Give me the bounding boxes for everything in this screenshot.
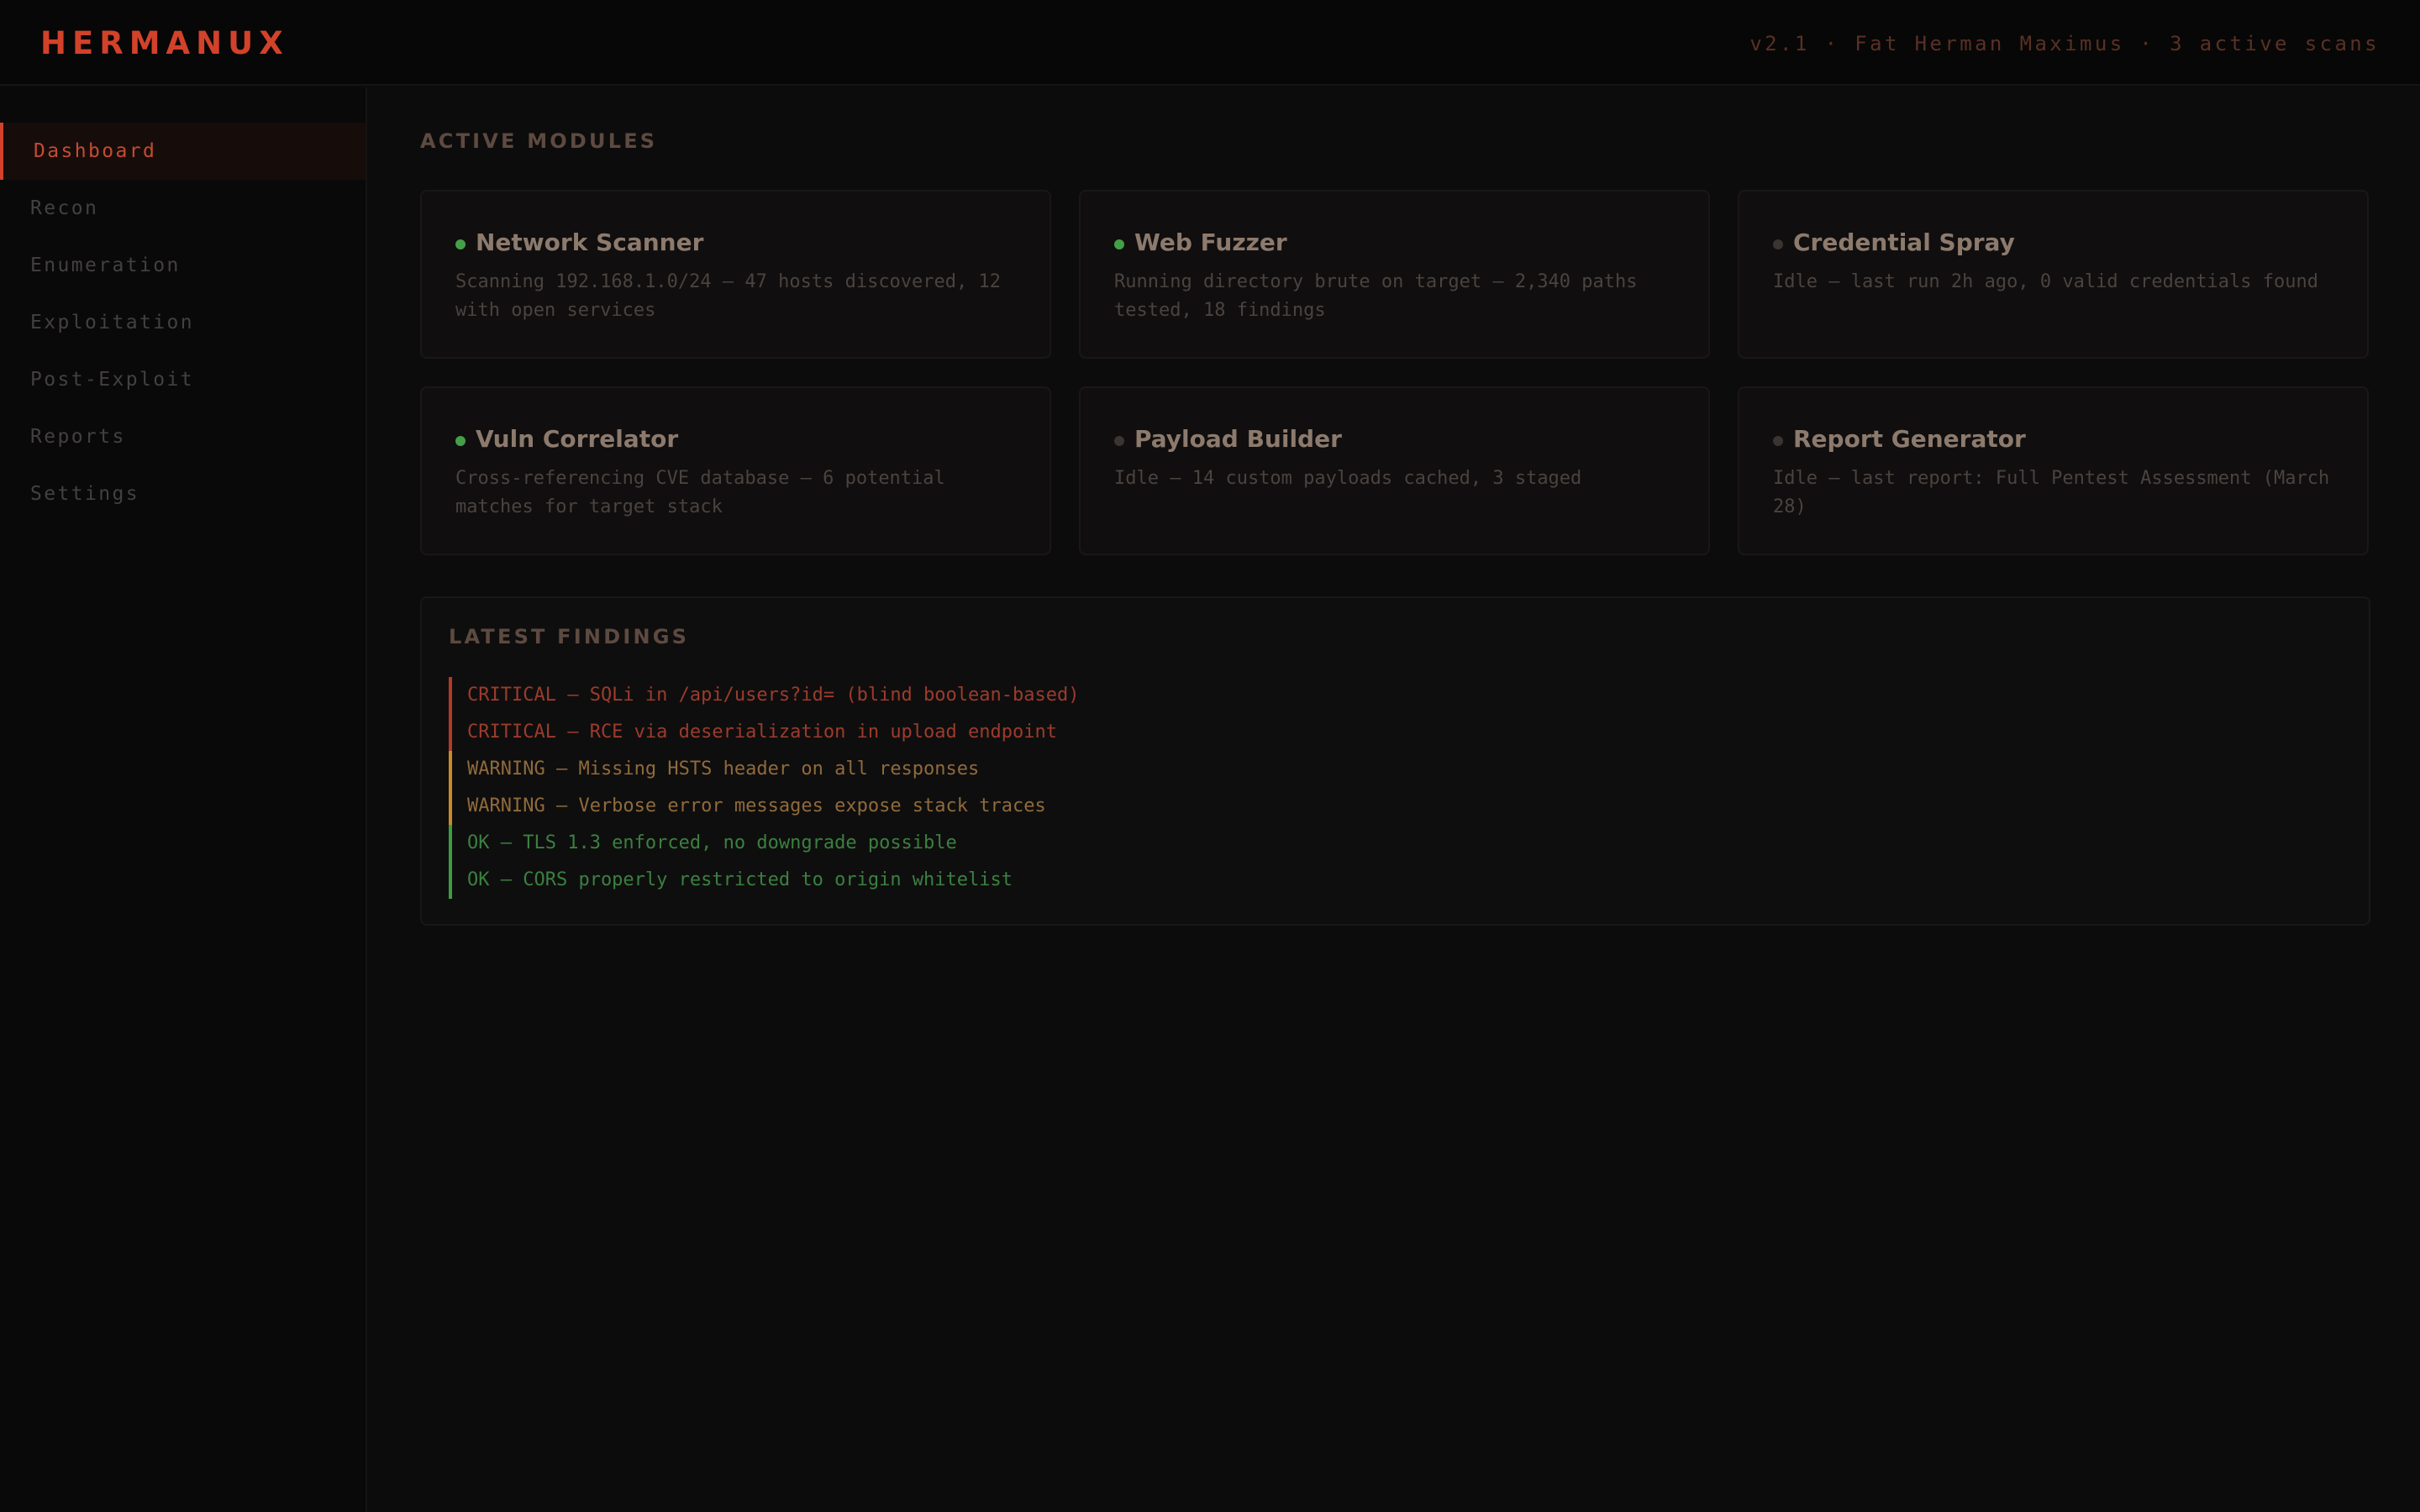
status-dot-icon [1114,436,1124,446]
module-card-network-scanner[interactable]: Network Scanner Scanning 192.168.1.0/24 … [420,190,1051,359]
module-card-payload-builder[interactable]: Payload Builder Idle — 14 custom payload… [1079,386,1710,555]
finding-item[interactable]: CRITICAL — RCE via deserialization in up… [449,714,1625,751]
status-dot-icon [1773,436,1783,446]
main-content: ACTIVE MODULES Network Scanner Scanning … [369,87,2420,1512]
module-description: Idle — last run 2h ago, 0 valid credenti… [1773,271,2319,292]
module-name: Credential Spray [1793,228,2015,256]
status-line: v2.1 · Fat Herman Maximus · 3 active sca… [1749,32,2380,55]
module-card-header: Web Fuzzer [1114,227,1287,259]
module-card-header: Report Generator [1773,423,2026,455]
brand-logo[interactable]: HERMANUX [40,24,289,64]
sidebar-item-recon[interactable]: Recon [0,180,366,237]
module-description: Idle — last report: Full Pentest Assessm… [1773,468,2330,517]
module-card-header: Credential Spray [1773,227,2015,259]
module-name: Web Fuzzer [1134,228,1287,256]
sidebar: Dashboard Recon Enumeration Exploitation… [0,87,367,1512]
module-description: Scanning 192.168.1.0/24 — 47 hosts disco… [455,271,1002,321]
modules-section-title: ACTIVE MODULES [420,129,658,153]
module-card-web-fuzzer[interactable]: Web Fuzzer Running directory brute on ta… [1079,190,1710,359]
sidebar-item-dashboard[interactable]: Dashboard [0,123,366,180]
module-card-vuln-correlator[interactable]: Vuln Correlator Cross-referencing CVE da… [420,386,1051,555]
findings-section-title: LATEST FINDINGS [449,625,690,648]
module-card-header: Payload Builder [1114,423,1342,455]
module-card-header: Vuln Correlator [455,423,678,455]
module-name: Payload Builder [1134,425,1342,453]
app-window: HERMANUX v2.1 · Fat Herman Maximus · 3 a… [0,0,2420,1512]
module-description: Cross-referencing CVE database — 6 poten… [455,468,945,517]
finding-item[interactable]: OK — CORS properly restricted to origin … [449,862,1625,899]
finding-item[interactable]: WARNING — Verbose error messages expose … [449,788,1625,825]
module-name: Network Scanner [476,228,704,256]
module-card-header: Network Scanner [455,227,703,259]
module-name: Vuln Correlator [476,425,679,453]
status-dot-icon [1114,239,1124,249]
module-name: Report Generator [1793,425,2026,453]
status-dot-icon [1773,239,1783,249]
finding-item[interactable]: OK — TLS 1.3 enforced, no downgrade poss… [449,825,1625,862]
status-dot-icon [455,436,466,446]
module-description: Running directory brute on target — 2,34… [1114,271,1638,321]
module-card-credential-spray[interactable]: Credential Spray Idle — last run 2h ago,… [1738,190,2369,359]
sidebar-item-settings[interactable]: Settings [0,465,366,522]
finding-item[interactable]: CRITICAL — SQLi in /api/users?id= (blind… [449,677,1625,714]
top-bar: HERMANUX v2.1 · Fat Herman Maximus · 3 a… [0,0,2420,86]
sidebar-item-post-exploit[interactable]: Post-Exploit [0,351,366,408]
finding-item[interactable]: WARNING — Missing HSTS header on all res… [449,751,1625,788]
status-dot-icon [455,239,466,249]
module-description: Idle — 14 custom payloads cached, 3 stag… [1114,468,1582,489]
findings-panel: LATEST FINDINGS CRITICAL — SQLi in /api/… [420,596,2370,926]
sidebar-item-enumeration[interactable]: Enumeration [0,237,366,294]
sidebar-item-exploitation[interactable]: Exploitation [0,294,366,351]
module-card-report-generator[interactable]: Report Generator Idle — last report: Ful… [1738,386,2369,555]
sidebar-item-reports[interactable]: Reports [0,408,366,465]
